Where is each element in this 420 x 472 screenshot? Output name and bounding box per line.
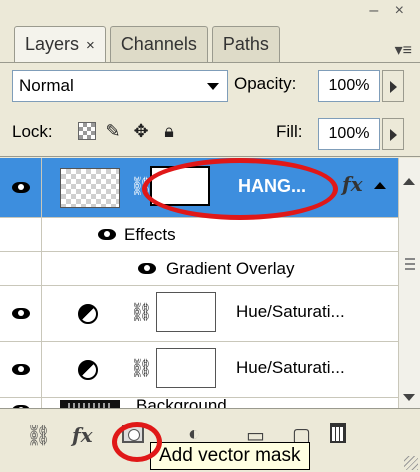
adjustment-layer-icon — [78, 304, 98, 324]
link-chain-icon[interactable]: ⛓︎ — [130, 358, 153, 379]
lock-all-icon[interactable]: 🔒︎ — [158, 120, 180, 142]
panel-tabs: Layers × Channels Paths — [14, 26, 284, 63]
link-layers-icon[interactable]: ⛓︎ — [26, 423, 51, 448]
layer-mask-thumbnail[interactable] — [156, 292, 216, 332]
opacity-label: Opacity: — [234, 74, 297, 93]
lock-label: Lock: — [12, 122, 53, 141]
empty-visibility-cell — [0, 218, 42, 251]
panel-window-controls[interactable]: – × — [369, 2, 410, 20]
lock-transparent-icon[interactable] — [78, 122, 96, 140]
layers-scrollbar[interactable] — [398, 158, 420, 408]
link-chain-icon[interactable]: ⛓︎ — [130, 302, 153, 323]
empty-visibility-cell — [0, 252, 42, 285]
vector-mask-thumbnail[interactable] — [150, 166, 210, 206]
trash-icon[interactable] — [330, 423, 346, 443]
fill-label: Fill: — [276, 122, 303, 141]
scroll-grip-icon[interactable] — [405, 258, 415, 270]
lock-position-icon[interactable]: ✥ — [130, 120, 152, 142]
tooltip: Add vector mask — [150, 442, 310, 470]
eye-icon — [11, 364, 30, 375]
tab-close-icon[interactable]: × — [86, 37, 95, 54]
eye-icon — [11, 308, 30, 319]
layer-row-background[interactable]: Background — [0, 396, 398, 408]
tab-divider — [0, 62, 420, 63]
tab-layers[interactable]: Layers × — [14, 26, 106, 63]
background-thumbnail — [60, 400, 120, 408]
resize-grip-icon[interactable] — [404, 456, 418, 470]
tab-channels[interactable]: Channels — [109, 26, 208, 62]
lock-image-icon[interactable]: ✎ — [102, 120, 124, 142]
effect-label: Gradient Overlay — [166, 259, 295, 278]
fx-icon[interactable]: fx — [342, 172, 363, 196]
fill-slider-button[interactable] — [382, 118, 404, 150]
triangle-right-icon — [390, 129, 397, 141]
scroll-down-icon[interactable] — [403, 394, 415, 401]
tab-layers-label: Layers — [25, 34, 80, 54]
layer-name[interactable]: Hue/Saturati... — [236, 302, 345, 322]
add-vector-mask-icon[interactable] — [122, 425, 144, 443]
eye-icon — [11, 182, 30, 193]
tab-paths[interactable]: Paths — [211, 26, 280, 62]
effects-row[interactable]: Effects — [0, 218, 398, 252]
adjustment-layer-icon — [78, 360, 98, 380]
blend-mode-select[interactable]: Normal — [12, 70, 228, 102]
layer-name[interactable]: Hue/Saturati... — [236, 358, 345, 378]
visibility-toggle[interactable] — [0, 286, 42, 341]
eye-icon[interactable] — [98, 229, 116, 240]
panel-menu-icon[interactable]: ▾≡ — [395, 40, 412, 60]
visibility-toggle[interactable] — [0, 398, 42, 408]
options-divider — [0, 156, 420, 157]
layer-row-hang[interactable]: ⛓︎ HANG... fx — [0, 158, 398, 218]
layer-row-hue-saturation[interactable]: ⛓︎ Hue/Saturati... — [0, 342, 398, 398]
layer-name[interactable]: Background — [136, 396, 227, 408]
layer-thumbnail — [60, 168, 120, 208]
fill-input[interactable]: 100% — [318, 118, 380, 150]
opacity-input[interactable]: 100% — [318, 70, 380, 102]
layers-list[interactable]: ⛓︎ HANG... fx Effects Gradient Overlay ⛓… — [0, 158, 398, 408]
visibility-toggle[interactable] — [0, 158, 42, 217]
scroll-up-icon[interactable] — [403, 178, 415, 185]
layer-mask-thumbnail[interactable] — [156, 348, 216, 388]
lock-controls: ✎ ✥ 🔒︎ — [78, 120, 180, 142]
layer-name[interactable]: HANG... — [238, 176, 306, 197]
layer-style-icon[interactable]: fx — [72, 423, 93, 447]
effects-label: Effects — [124, 225, 176, 244]
eye-icon[interactable] — [138, 263, 156, 274]
opacity-slider-button[interactable] — [382, 70, 404, 102]
visibility-toggle[interactable] — [0, 342, 42, 397]
effects-collapse-icon[interactable] — [374, 182, 386, 189]
blend-mode-value: Normal — [19, 76, 74, 95]
layer-row-hue-saturation[interactable]: ⛓︎ Hue/Saturati... — [0, 286, 398, 342]
effect-row-gradient-overlay[interactable]: Gradient Overlay — [0, 252, 398, 286]
tab-paths-label: Paths — [222, 34, 269, 54]
dropdown-arrow-icon — [207, 83, 219, 90]
triangle-right-icon — [390, 81, 397, 93]
tab-channels-label: Channels — [120, 34, 197, 54]
